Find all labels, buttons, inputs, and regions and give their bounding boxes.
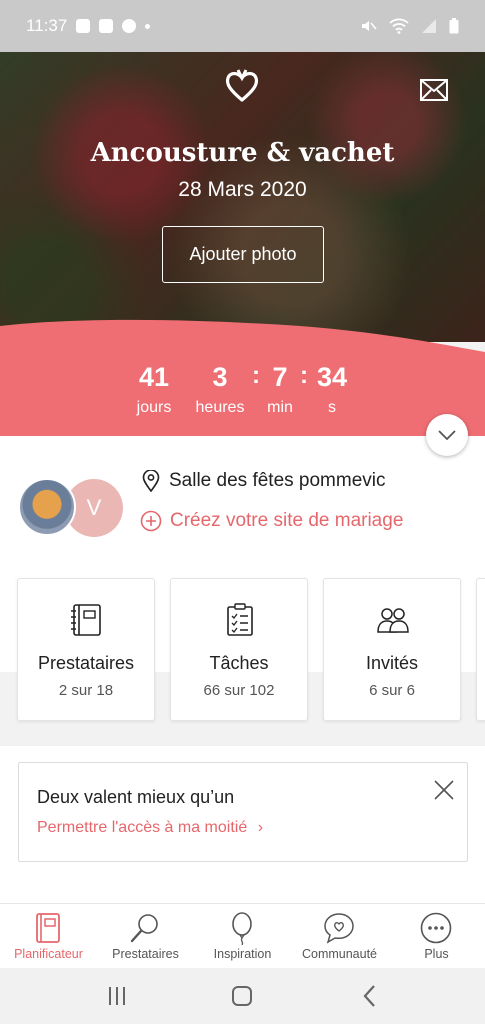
card-progress: 2 sur 18 (58, 682, 114, 699)
mute-icon (362, 21, 377, 31)
card-progress: 66 sur 102 (203, 682, 275, 699)
signal-icon (422, 19, 436, 33)
partner-access-label: Permettre l'accès à ma moitié (37, 819, 248, 836)
nav-inspiration[interactable]: Inspiration (194, 904, 291, 969)
nav-label: Planificateur (14, 947, 83, 961)
create-site-label: Créez votre site de mariage (170, 510, 404, 531)
heart-logo-icon (225, 69, 259, 102)
countdown-seconds: 34 s (316, 362, 348, 416)
mail-icon[interactable] (420, 79, 448, 101)
battery-icon (449, 18, 459, 34)
countdown-separator: : (300, 362, 308, 389)
system-navigation-bar (0, 968, 485, 1024)
countdown-days: 41 jours (136, 362, 172, 416)
card-title: Prestataires (37, 653, 135, 673)
nav-label: Inspiration (213, 947, 272, 961)
tasks-card[interactable]: Tâches 66 sur 102 (170, 578, 308, 721)
nav-label: Prestataires (112, 947, 179, 961)
countdown-separator: : (252, 362, 260, 389)
more-notifications-icon (145, 23, 151, 29)
promo-title: Deux valent mieux qu’un (37, 787, 235, 807)
partner-avatar-photo[interactable] (18, 478, 76, 536)
nav-community[interactable]: Communauté (291, 904, 388, 969)
status-bar: 11:37 (0, 0, 485, 52)
chevron-down-icon (438, 430, 456, 440)
magnifier-icon (130, 914, 158, 943)
checklist-icon (227, 603, 253, 636)
nav-label: Communauté (301, 947, 378, 961)
plus-circle-icon (140, 510, 162, 532)
hero-cover-photo: Ancousture & vachet 28 Mars 2020 Ajouter… (0, 52, 485, 342)
venue-name: Salle des fêtes pommevic (169, 470, 386, 491)
guests-card[interactable]: Invités 6 sur 6 (323, 578, 461, 721)
close-icon[interactable] (433, 779, 455, 801)
balloon-icon (232, 912, 252, 945)
countdown-banner: 41 jours 3 heures : 7 min : 34 s (0, 318, 485, 436)
recent-apps-icon[interactable] (102, 982, 132, 1010)
add-photo-button[interactable]: Ajouter photo (162, 226, 324, 283)
chat-heart-icon (324, 913, 354, 944)
back-icon[interactable] (355, 982, 385, 1010)
card-title: Invités (365, 653, 419, 673)
status-time: 11:37 (26, 16, 68, 35)
location-pin-icon (142, 470, 160, 492)
planner-icon (36, 913, 60, 943)
nav-vendors[interactable]: Prestataires (97, 904, 194, 969)
partner-access-link[interactable]: Permettre l'accès à ma moitié › (37, 819, 263, 837)
create-site-link[interactable]: Créez votre site de mariage (140, 510, 403, 532)
vendors-card[interactable]: Prestataires 2 sur 18 (17, 578, 155, 721)
wedding-date: 28 Mars 2020 (178, 178, 307, 201)
nav-more[interactable]: Plus (388, 904, 485, 969)
more-icon (420, 912, 452, 944)
next-card-peek[interactable] (476, 578, 485, 721)
wifi-icon (389, 18, 409, 34)
notification-icon (99, 19, 114, 33)
card-title: Tâches (209, 653, 269, 673)
nav-planner[interactable]: Planificateur (0, 904, 97, 969)
guests-icon (377, 608, 409, 633)
card-progress: 6 sur 6 (369, 682, 415, 699)
bottom-navigation: Planificateur Prestataires Inspiration C… (0, 903, 485, 968)
notification-icon (76, 19, 91, 33)
venue-row[interactable]: Salle des fêtes pommevic (142, 470, 386, 492)
expand-button[interactable] (426, 414, 468, 456)
notebook-icon (71, 604, 101, 636)
couple-name: Ancousture & vachet (90, 138, 395, 168)
nav-label: Plus (424, 947, 449, 961)
notification-icon (122, 19, 137, 33)
countdown-hours: 3 heures (195, 362, 245, 416)
chevron-right-icon: › (257, 819, 264, 836)
countdown-minutes: 7 min (267, 362, 293, 416)
home-icon[interactable] (227, 982, 257, 1010)
partner-access-promo: Deux valent mieux qu’un Permettre l'accè… (18, 762, 468, 862)
